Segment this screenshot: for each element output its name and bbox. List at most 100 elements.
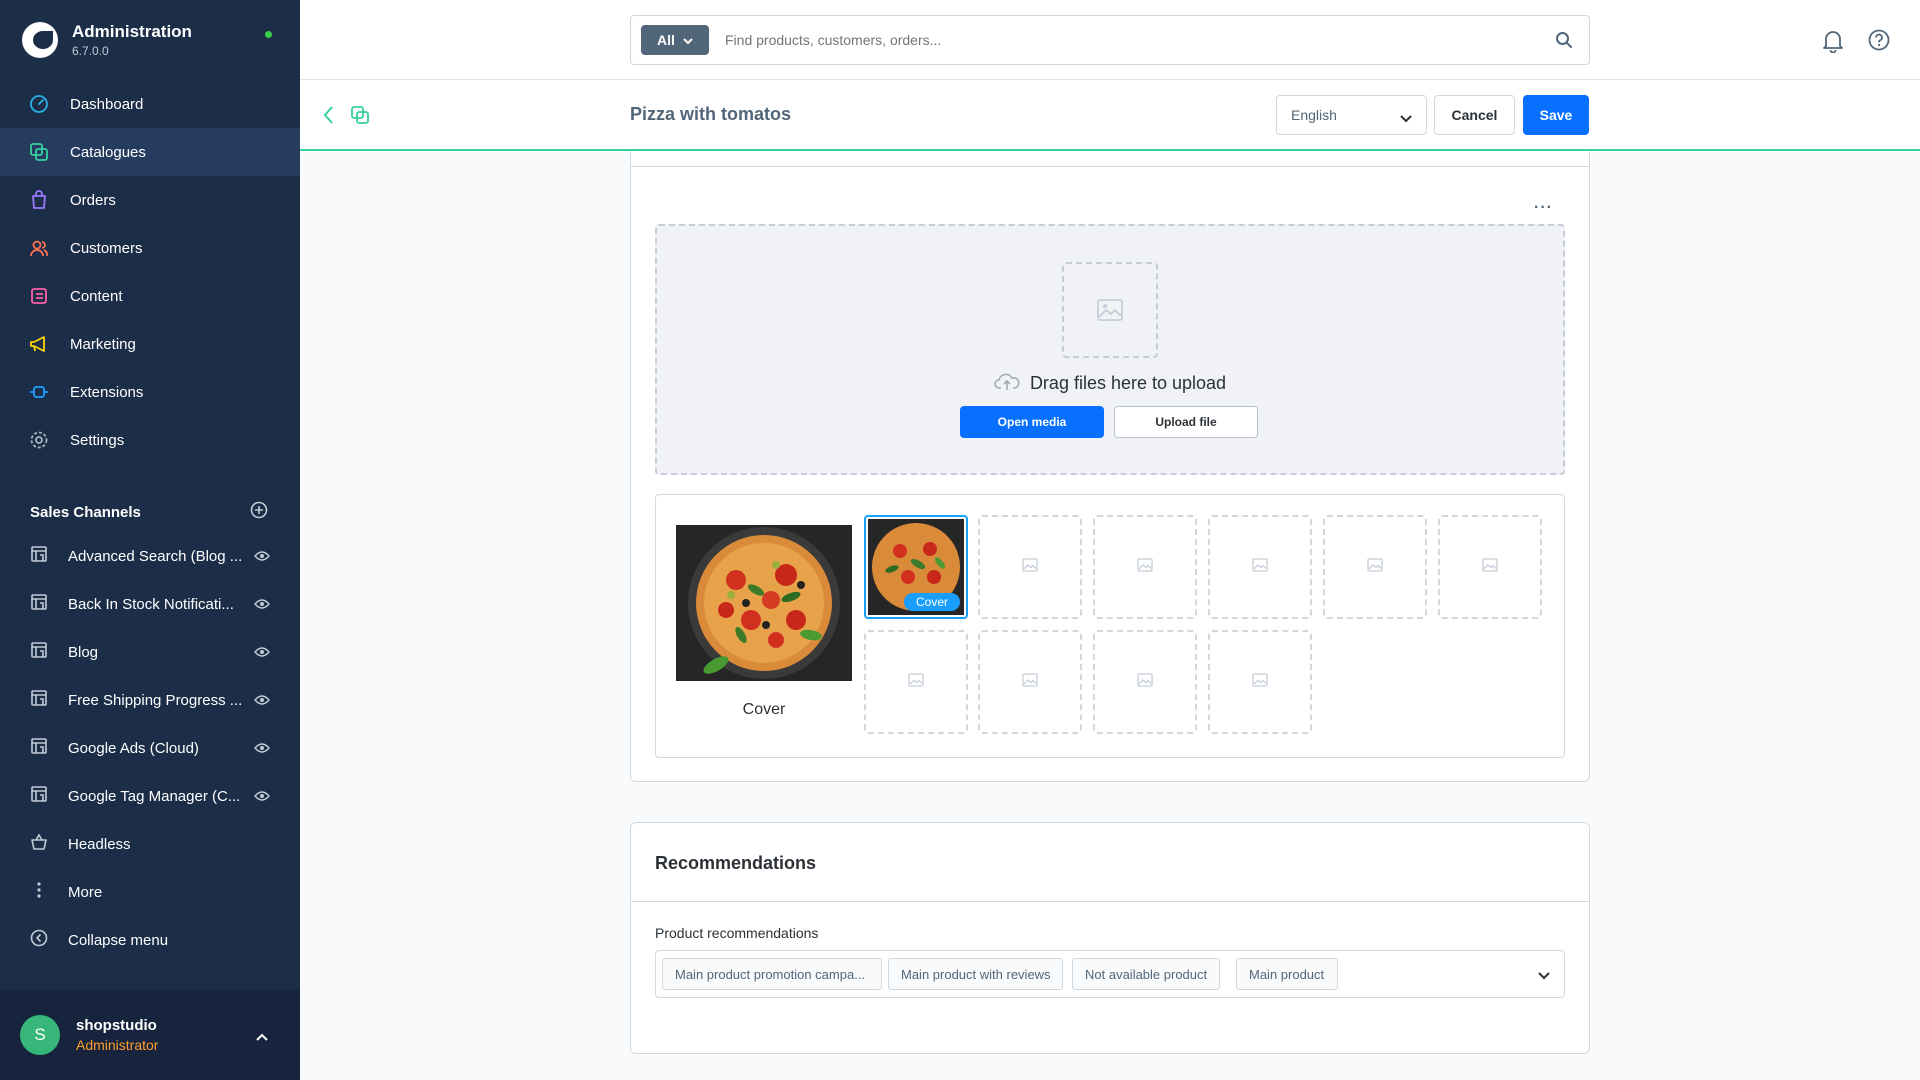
storefront-icon <box>30 737 48 759</box>
nav-item-content[interactable]: Content <box>0 272 300 320</box>
sales-channel-list: Advanced Search (Blog ... Back In Stock … <box>0 532 300 964</box>
storefront-icon <box>30 545 48 567</box>
sales-channel-item[interactable]: Google Tag Manager (C... <box>0 772 300 820</box>
search-input[interactable] <box>725 32 1545 48</box>
recommendations-title: Recommendations <box>655 853 817 873</box>
sales-channel-label: Blog <box>68 643 99 661</box>
orders-icon <box>28 189 50 211</box>
sales-channel-item[interactable]: Google Ads (Cloud) <box>0 724 300 772</box>
save-button[interactable]: Save <box>1523 95 1589 135</box>
product-recommendations-select[interactable]: Main product promotion campa... Main pro… <box>655 950 1565 998</box>
sales-channel-item[interactable]: Blog <box>0 628 300 676</box>
more-sales-channels[interactable]: More <box>0 868 300 916</box>
dropzone-text: Drag files here to upload <box>657 371 1563 396</box>
sales-channel-label: Google Tag Manager (C... <box>68 787 241 805</box>
upload-dropzone[interactable]: Drag files here to upload Open media Upl… <box>655 224 1565 475</box>
help-icon[interactable] <box>1868 29 1890 56</box>
dropzone-label: Drag files here to upload <box>1029 373 1227 393</box>
image-placeholder-icon <box>1252 557 1268 577</box>
nav-item-extensions[interactable]: Extensions <box>0 368 300 416</box>
app-name: Administration <box>72 22 192 41</box>
sales-channel-item[interactable]: Back In Stock Notificati... <box>0 580 300 628</box>
shopware-logo <box>22 22 58 58</box>
image-placeholder-icon <box>1252 672 1268 692</box>
empty-media-slot[interactable] <box>978 515 1082 619</box>
context-menu-icon[interactable]: ··· <box>1534 199 1553 217</box>
image-placeholder-icon <box>1062 262 1158 358</box>
eye-icon[interactable] <box>254 549 270 566</box>
selected-tag[interactable]: Main product promotion campa... <box>662 958 882 990</box>
more-vertical-icon <box>30 881 48 903</box>
content-icon <box>28 285 50 307</box>
nav-item-catalogues[interactable]: Catalogues <box>0 128 300 176</box>
user-name: shopstudio <box>76 1017 157 1034</box>
empty-media-slot[interactable] <box>864 630 968 734</box>
media-gallery: Cover Cover <box>655 494 1565 758</box>
image-placeholder-icon <box>1137 672 1153 692</box>
eye-icon[interactable] <box>254 597 270 614</box>
customers-icon <box>28 237 50 259</box>
search-icon[interactable] <box>1555 31 1573 54</box>
copy-icon[interactable] <box>350 105 370 130</box>
sales-channel-item[interactable]: Advanced Search (Blog ... <box>0 532 300 580</box>
eye-icon[interactable] <box>254 741 270 758</box>
nav-item-label: Extensions <box>70 383 144 401</box>
sales-channel-label: Back In Stock Notificati... <box>68 595 234 613</box>
sales-channel-label: Free Shipping Progress ... <box>68 691 243 709</box>
upload-file-button[interactable]: Upload file <box>1114 406 1258 438</box>
cover-image[interactable] <box>676 525 852 681</box>
empty-media-slot[interactable] <box>1323 515 1427 619</box>
nav-item-label: Settings <box>70 431 125 449</box>
brand[interactable]: Administration 6.7.0.0 <box>0 0 300 80</box>
empty-media-slot[interactable] <box>1208 630 1312 734</box>
back-arrow-icon[interactable] <box>322 105 334 130</box>
selected-tag[interactable]: Not available product <box>1072 958 1220 990</box>
media-card: ··· Drag files here to upload Open media… <box>630 167 1590 782</box>
nav-item-settings[interactable]: Settings <box>0 416 300 464</box>
marketing-icon <box>28 333 50 355</box>
sales-channel-label: Google Ads (Cloud) <box>68 739 199 757</box>
chevron-down-icon <box>1400 110 1412 126</box>
sales-channel-item[interactable]: Free Shipping Progress ... <box>0 676 300 724</box>
eye-icon[interactable] <box>254 693 270 710</box>
empty-media-slot[interactable] <box>1208 515 1312 619</box>
settings-icon <box>28 429 50 451</box>
cancel-button[interactable]: Cancel <box>1434 95 1515 135</box>
nav-item-label: Customers <box>70 239 143 257</box>
language-value: English <box>1291 107 1337 123</box>
eye-icon[interactable] <box>254 789 270 806</box>
chevron-down-icon[interactable] <box>1538 967 1550 985</box>
collapse-menu-button[interactable]: Collapse menu <box>0 916 300 964</box>
empty-media-slot[interactable] <box>1438 515 1542 619</box>
chevron-down-icon <box>683 32 693 48</box>
open-media-button[interactable]: Open media <box>960 406 1104 438</box>
catalogues-icon <box>28 141 50 163</box>
selected-tag[interactable]: Main product <box>1236 958 1338 990</box>
media-thumbnail[interactable]: Cover <box>864 515 968 619</box>
sales-channel-item[interactable]: Headless <box>0 820 300 868</box>
nav-item-marketing[interactable]: Marketing <box>0 320 300 368</box>
search-type-select[interactable]: All <box>641 25 709 55</box>
cloud-upload-icon <box>994 371 1020 396</box>
empty-media-slot[interactable] <box>1093 515 1197 619</box>
app-version: 6.7.0.0 <box>72 44 109 58</box>
empty-media-slot[interactable] <box>1093 630 1197 734</box>
chevron-up-icon <box>256 1028 268 1046</box>
nav-item-orders[interactable]: Orders <box>0 176 300 224</box>
search-type-label: All <box>657 32 675 48</box>
nav-item-dashboard[interactable]: Dashboard <box>0 80 300 128</box>
nav-item-customers[interactable]: Customers <box>0 224 300 272</box>
user-role: Administrator <box>76 1037 159 1053</box>
selected-tag[interactable]: Main product with reviews <box>888 958 1063 990</box>
add-sales-channel-icon[interactable] <box>250 501 268 523</box>
storefront-icon <box>30 593 48 615</box>
user-menu[interactable]: S shopstudio Administrator <box>0 990 300 1080</box>
nav-item-label: Dashboard <box>70 95 144 113</box>
empty-media-slot[interactable] <box>978 630 1082 734</box>
global-search: All <box>630 15 1590 65</box>
sales-channels-title: Sales Channels <box>30 503 141 521</box>
language-select[interactable]: English <box>1276 95 1427 135</box>
eye-icon[interactable] <box>254 645 270 662</box>
bell-icon[interactable] <box>1822 29 1844 58</box>
page-title: Pizza with tomatos <box>630 104 792 124</box>
